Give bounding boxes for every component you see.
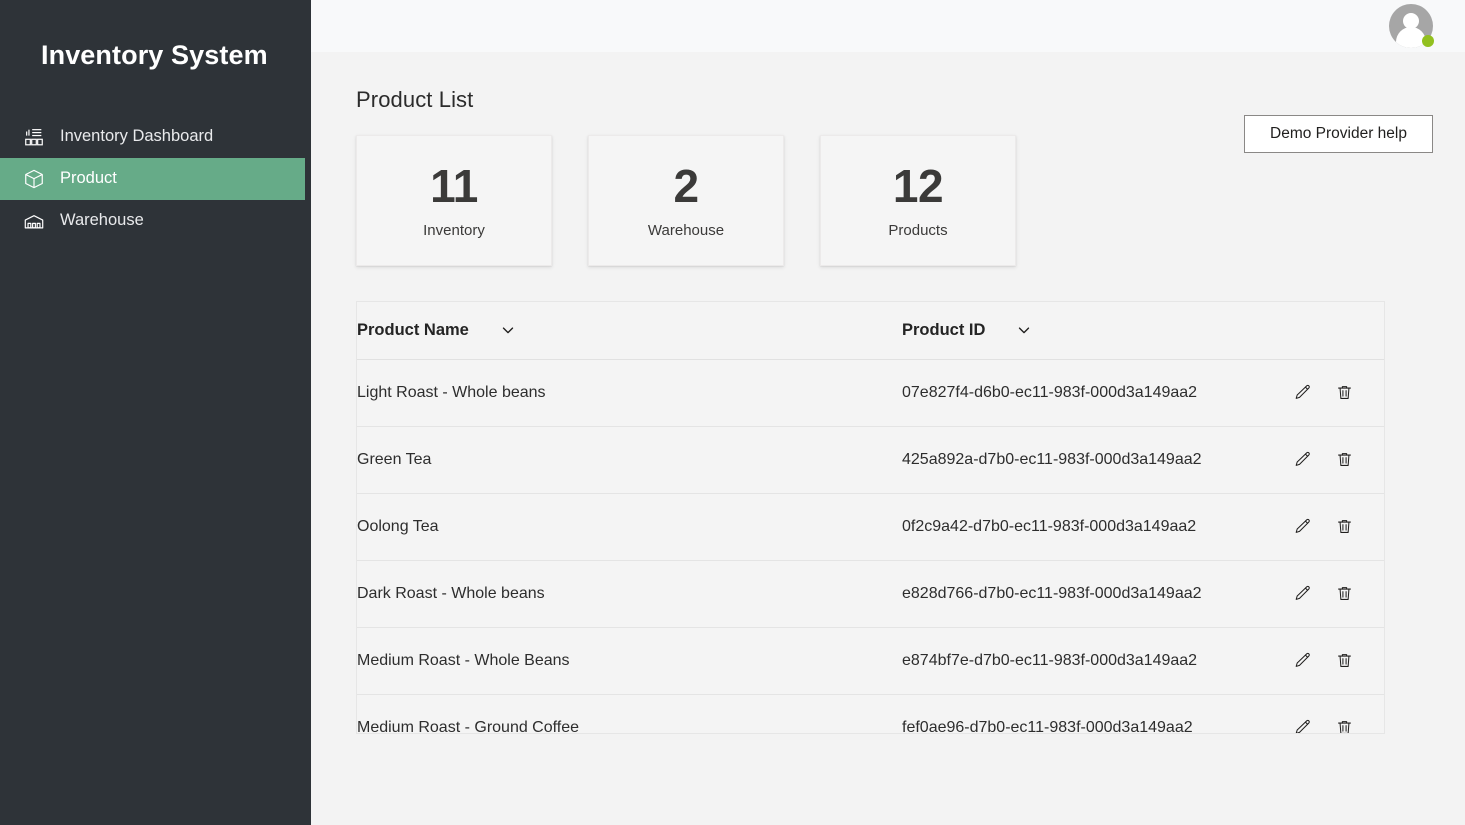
stat-card-inventory[interactable]: 11 Inventory	[356, 135, 552, 266]
cell-actions	[1292, 560, 1385, 627]
sidebar-item-inventory-dashboard[interactable]: Inventory Dashboard	[0, 116, 311, 158]
cell-product-id: 07e827f4-d6b0-ec11-983f-000d3a149aa2	[902, 359, 1292, 426]
cell-product-id: 425a892a-d7b0-ec11-983f-000d3a149aa2	[902, 426, 1292, 493]
table-row[interactable]: Oolong Tea 0f2c9a42-d7b0-ec11-983f-000d3…	[357, 493, 1385, 560]
main-area: Product List Demo Provider help 11 Inven…	[311, 0, 1465, 825]
presence-indicator	[1422, 35, 1434, 47]
column-header-product-id[interactable]: Product ID	[902, 302, 1292, 359]
delete-icon[interactable]	[1334, 450, 1354, 470]
product-table: Product Name Pr	[357, 302, 1385, 734]
package-icon	[22, 167, 46, 191]
product-table-container[interactable]: Product Name Pr	[356, 301, 1385, 734]
table-row[interactable]: Green Tea 425a892a-d7b0-ec11-983f-000d3a…	[357, 426, 1385, 493]
table-body: Light Roast - Whole beans 07e827f4-d6b0-…	[357, 359, 1385, 734]
column-header-product-name[interactable]: Product Name	[357, 302, 902, 359]
app-root: Inventory System Inventory Dashboa	[0, 0, 1465, 825]
stat-card-products[interactable]: 12 Products	[820, 135, 1016, 266]
stat-label: Inventory	[423, 222, 485, 239]
table-row[interactable]: Medium Roast - Whole Beans e874bf7e-d7b0…	[357, 627, 1385, 694]
cell-product-name: Medium Roast - Whole Beans	[357, 627, 902, 694]
stat-value: 11	[430, 160, 478, 212]
sidebar: Inventory System Inventory Dashboa	[0, 0, 311, 825]
table-head: Product Name Pr	[357, 302, 1385, 359]
cell-product-name: Green Tea	[357, 426, 902, 493]
avatar[interactable]	[1389, 4, 1433, 48]
edit-icon[interactable]	[1292, 517, 1312, 537]
avatar-body	[1396, 27, 1426, 48]
cell-actions	[1292, 426, 1385, 493]
app-title: Inventory System	[0, 0, 311, 72]
delete-icon[interactable]	[1334, 383, 1354, 403]
edit-icon[interactable]	[1292, 584, 1312, 604]
chevron-down-icon[interactable]	[1013, 319, 1035, 341]
dashboard-icon	[22, 125, 46, 149]
edit-icon[interactable]	[1292, 651, 1312, 671]
column-header-label: Product Name	[357, 321, 469, 340]
table-row[interactable]: Medium Roast - Ground Coffee fef0ae96-d7…	[357, 694, 1385, 734]
demo-provider-help-button[interactable]: Demo Provider help	[1244, 115, 1433, 153]
sidebar-item-product[interactable]: Product	[0, 158, 305, 200]
sidebar-item-label: Inventory Dashboard	[60, 128, 213, 146]
stat-value: 2	[673, 160, 698, 212]
table-row[interactable]: Light Roast - Whole beans 07e827f4-d6b0-…	[357, 359, 1385, 426]
cell-product-id: 0f2c9a42-d7b0-ec11-983f-000d3a149aa2	[902, 493, 1292, 560]
sidebar-nav: Inventory Dashboard Product	[0, 116, 311, 242]
column-header-actions	[1292, 302, 1385, 359]
page-title: Product List	[356, 87, 1465, 113]
cell-product-name: Light Roast - Whole beans	[357, 359, 902, 426]
content-area: Product List Demo Provider help 11 Inven…	[311, 52, 1465, 825]
cell-product-id: fef0ae96-d7b0-ec11-983f-000d3a149aa2	[902, 694, 1292, 734]
sidebar-item-warehouse[interactable]: Warehouse	[0, 200, 311, 242]
table-row[interactable]: Dark Roast - Whole beans e828d766-d7b0-e…	[357, 560, 1385, 627]
chevron-down-icon[interactable]	[497, 319, 519, 341]
table-header-row: Product Name Pr	[357, 302, 1385, 359]
topbar	[311, 0, 1465, 52]
stat-cards: 11 Inventory 2 Warehouse 12 Products	[356, 135, 1465, 266]
cell-product-name: Dark Roast - Whole beans	[357, 560, 902, 627]
delete-icon[interactable]	[1334, 517, 1354, 537]
cell-actions	[1292, 493, 1385, 560]
sidebar-item-label: Product	[60, 170, 117, 188]
delete-icon[interactable]	[1334, 651, 1354, 671]
cell-actions	[1292, 694, 1385, 734]
stat-card-warehouse[interactable]: 2 Warehouse	[588, 135, 784, 266]
stat-label: Warehouse	[648, 222, 724, 239]
edit-icon[interactable]	[1292, 383, 1312, 403]
cell-product-name: Oolong Tea	[357, 493, 902, 560]
edit-icon[interactable]	[1292, 718, 1312, 735]
stat-value: 12	[893, 160, 943, 212]
cell-product-id: e874bf7e-d7b0-ec11-983f-000d3a149aa2	[902, 627, 1292, 694]
cell-actions	[1292, 627, 1385, 694]
delete-icon[interactable]	[1334, 584, 1354, 604]
cell-actions	[1292, 359, 1385, 426]
cell-product-id: e828d766-d7b0-ec11-983f-000d3a149aa2	[902, 560, 1292, 627]
sidebar-item-label: Warehouse	[60, 212, 144, 230]
column-header-label: Product ID	[902, 321, 985, 340]
delete-icon[interactable]	[1334, 718, 1354, 735]
edit-icon[interactable]	[1292, 450, 1312, 470]
stat-label: Products	[888, 222, 947, 239]
warehouse-icon	[22, 209, 46, 233]
cell-product-name: Medium Roast - Ground Coffee	[357, 694, 902, 734]
